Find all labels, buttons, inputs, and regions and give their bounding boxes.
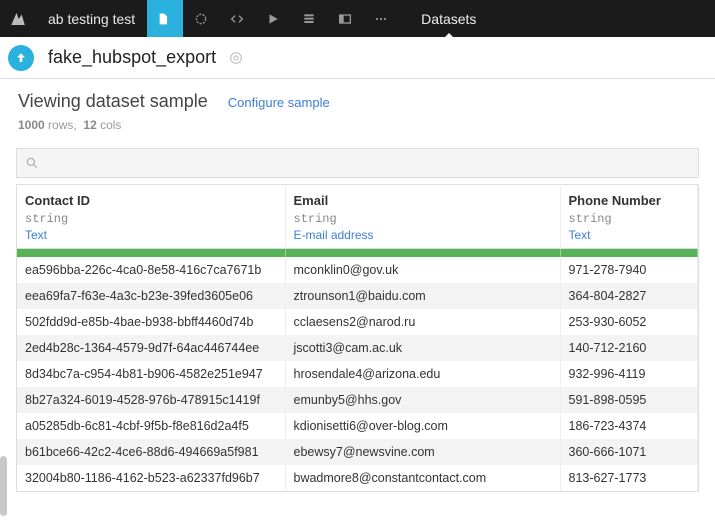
flow-tab-button[interactable] [147, 0, 183, 37]
search-icon [25, 156, 39, 170]
table-row[interactable]: a05285db-6c81-4cbf-9f5b-f8e816d2a4f5kdio… [17, 413, 698, 439]
cell[interactable]: ea596bba-226c-4ca0-8e58-416c7ca7671b [17, 257, 285, 283]
row-count: 1000 [18, 118, 45, 132]
cell[interactable]: emunby5@hhs.gov [285, 387, 560, 413]
toolbar-button-circle[interactable] [183, 0, 219, 37]
cell[interactable]: 932-996-4119 [560, 361, 698, 387]
cell[interactable]: 186-723-4374 [560, 413, 698, 439]
cell[interactable]: kdionisetti6@over-blog.com [285, 413, 560, 439]
col-count: 12 [83, 118, 96, 132]
table-row[interactable]: 502fdd9d-e85b-4bae-b938-bbff4460d74bccla… [17, 309, 698, 335]
column-meaning-link[interactable]: Text [25, 228, 277, 242]
cell[interactable]: 364-804-2827 [560, 283, 698, 309]
table-row[interactable]: eea69fa7-f63e-4a3c-b23e-39fed3605e06ztro… [17, 283, 698, 309]
cell[interactable]: ebewsy7@newsvine.com [285, 439, 560, 465]
cell[interactable]: eea69fa7-f63e-4a3c-b23e-39fed3605e06 [17, 283, 285, 309]
table-row[interactable]: 32004b80-1186-4162-b523-a62337fd96b7bwad… [17, 465, 698, 491]
cell[interactable]: mconklin0@gov.uk [285, 257, 560, 283]
cell[interactable]: 360-666-1071 [560, 439, 698, 465]
top-toolbar: ab testing test Datasets [0, 0, 715, 37]
app-logo[interactable] [0, 0, 36, 37]
tab-datasets[interactable]: Datasets [405, 0, 492, 37]
cell[interactable]: 8d34bc7a-c954-4b81-b906-4582e251e947 [17, 361, 285, 387]
project-name[interactable]: ab testing test [36, 0, 147, 37]
table-row[interactable]: 2ed4b28c-1364-4579-9d7f-64ac446744eejsco… [17, 335, 698, 361]
dataset-bar: fake_hubspot_export [0, 37, 715, 79]
cell[interactable]: bwadmore8@constantcontact.com [285, 465, 560, 491]
cell[interactable]: 140-712-2160 [560, 335, 698, 361]
table-row[interactable]: ea596bba-226c-4ca0-8e58-416c7ca7671bmcon… [17, 257, 698, 283]
column-header-contact-id[interactable]: Contact ID string Text [17, 185, 285, 249]
cell[interactable]: 813-627-1773 [560, 465, 698, 491]
validity-bar [17, 249, 698, 257]
table-row[interactable]: b61bce66-42c2-4ce6-88d6-494669a5f981ebew… [17, 439, 698, 465]
cell[interactable]: b61bce66-42c2-4ce6-88d6-494669a5f981 [17, 439, 285, 465]
dataset-nav-button[interactable] [0, 37, 42, 79]
table-row[interactable]: 8b27a324-6019-4528-976b-478915c1419femun… [17, 387, 698, 413]
toolbar-button-code[interactable] [219, 0, 255, 37]
data-table: Contact ID string Text Email string E-ma… [16, 184, 699, 492]
subheader: Viewing dataset sample Configure sample … [0, 79, 715, 140]
cell[interactable]: 971-278-7940 [560, 257, 698, 283]
dataset-title[interactable]: fake_hubspot_export [42, 47, 216, 68]
cell[interactable]: 253-930-6052 [560, 309, 698, 335]
cell[interactable]: jscotti3@cam.ac.uk [285, 335, 560, 361]
cell[interactable]: 2ed4b28c-1364-4579-9d7f-64ac446744ee [17, 335, 285, 361]
cell[interactable]: a05285db-6c81-4cbf-9f5b-f8e816d2a4f5 [17, 413, 285, 439]
search-input[interactable] [16, 148, 699, 178]
toolbar-button-panel[interactable] [327, 0, 363, 37]
scroll-handle[interactable] [0, 456, 7, 516]
cell[interactable]: cclaesens2@narod.ru [285, 309, 560, 335]
cell[interactable]: hrosendale4@arizona.edu [285, 361, 560, 387]
table-row[interactable]: 8d34bc7a-c954-4b81-b906-4582e251e947hros… [17, 361, 698, 387]
arrow-up-icon [13, 50, 29, 66]
column-meaning-link[interactable]: Text [569, 228, 690, 242]
column-header-phone[interactable]: Phone Number string Text [560, 185, 698, 249]
toolbar-button-stack[interactable] [291, 0, 327, 37]
cell[interactable]: 591-898-0595 [560, 387, 698, 413]
dataset-info-icon[interactable] [226, 48, 246, 68]
cell[interactable]: ztrounson1@baidu.com [285, 283, 560, 309]
column-meaning-link[interactable]: E-mail address [294, 228, 552, 242]
cell[interactable]: 502fdd9d-e85b-4bae-b938-bbff4460d74b [17, 309, 285, 335]
column-header-email[interactable]: Email string E-mail address [285, 185, 560, 249]
configure-sample-link[interactable]: Configure sample [228, 95, 330, 110]
page-title: Viewing dataset sample [18, 91, 208, 112]
cell[interactable]: 8b27a324-6019-4528-976b-478915c1419f [17, 387, 285, 413]
toolbar-button-more[interactable] [363, 0, 399, 37]
toolbar-button-play[interactable] [255, 0, 291, 37]
sample-stats: 1000 rows, 12 cols [18, 118, 697, 132]
cell[interactable]: 32004b80-1186-4162-b523-a62337fd96b7 [17, 465, 285, 491]
